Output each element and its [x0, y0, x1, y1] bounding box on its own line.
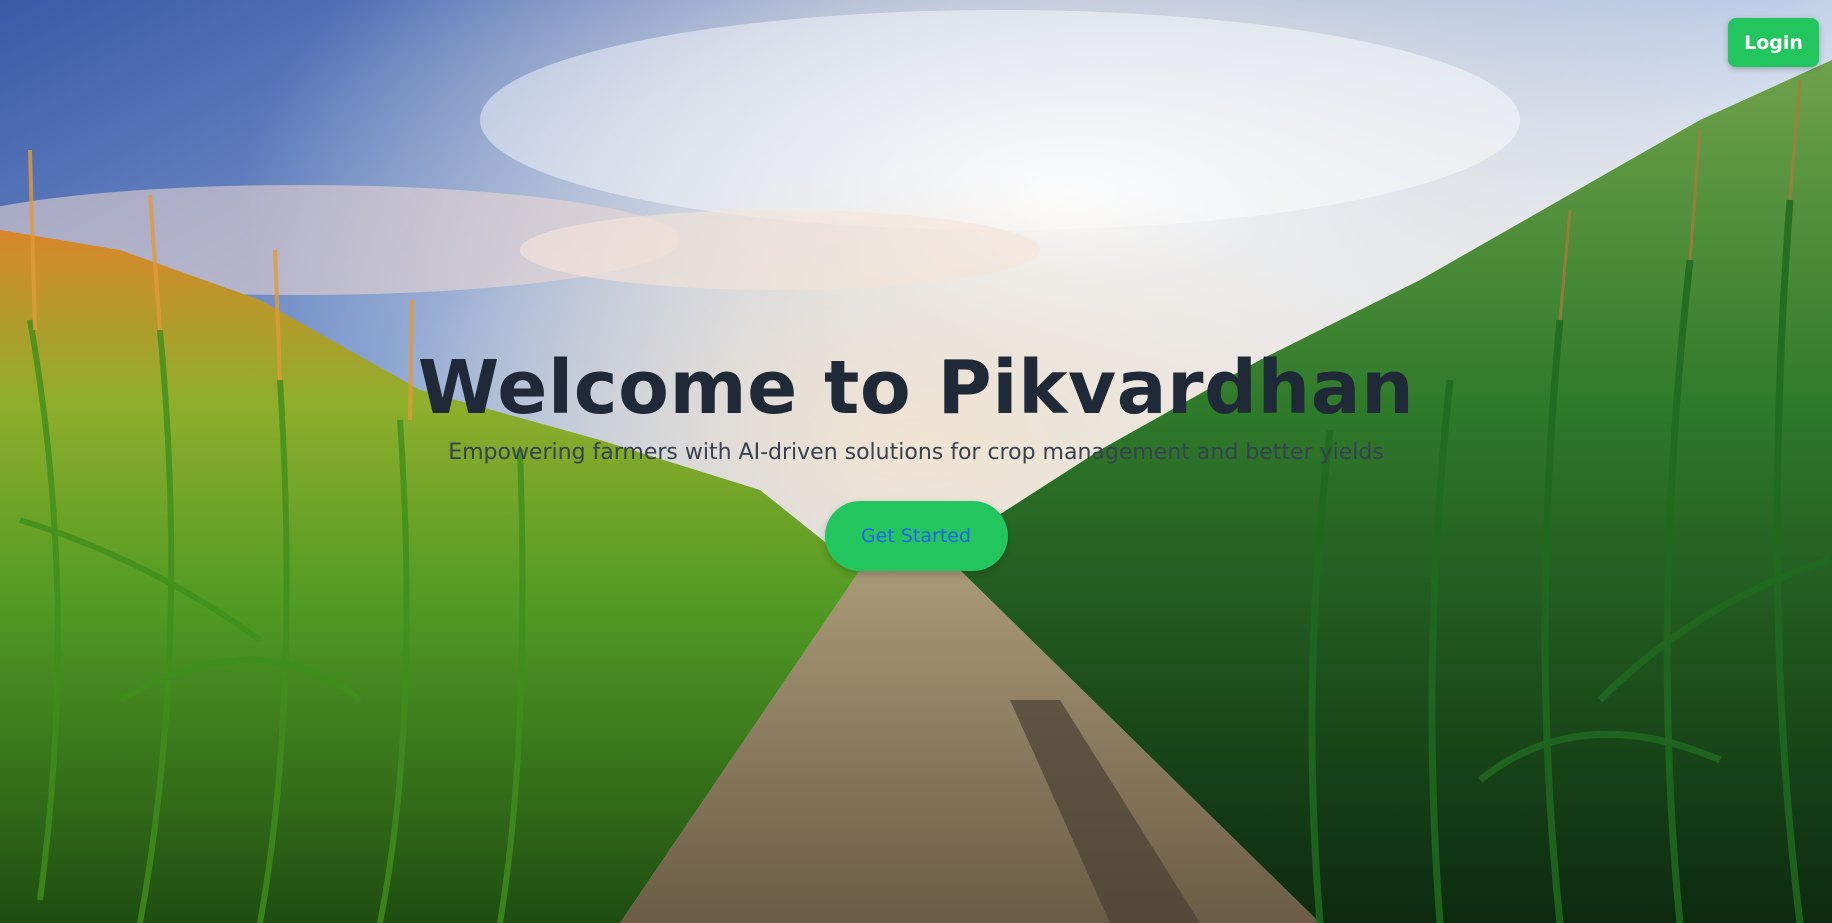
hero-section: Login Welcome to Pikvardhan Empowering f… [0, 0, 1832, 923]
hero-title: Welcome to Pikvardhan [417, 345, 1415, 431]
hero-subtitle: Empowering farmers with AI-driven soluti… [448, 440, 1384, 465]
hero-content: Welcome to Pikvardhan Empowering farmers… [0, 340, 1832, 571]
get-started-button[interactable]: Get Started [824, 501, 1008, 571]
login-button[interactable]: Login [1728, 18, 1819, 67]
